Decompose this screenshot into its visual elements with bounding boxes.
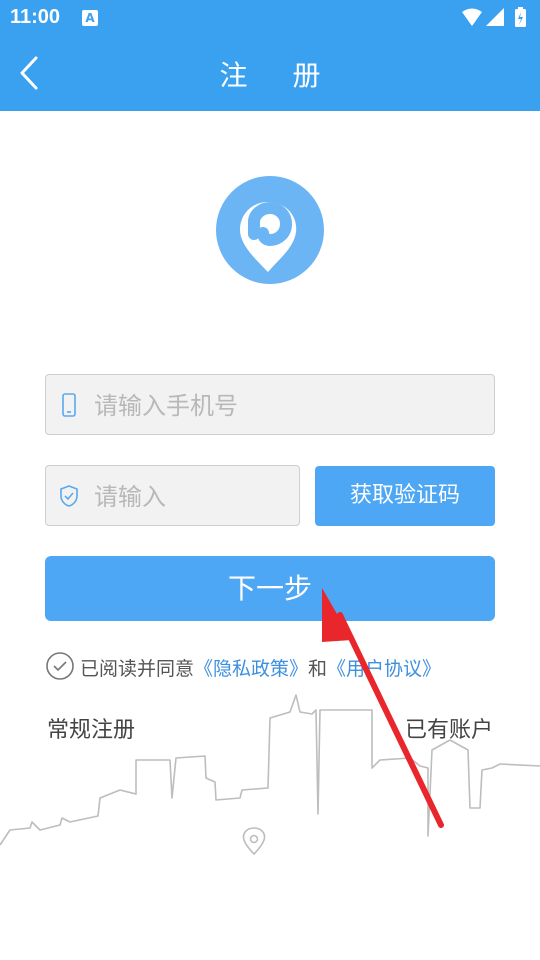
status-icons <box>462 7 526 27</box>
privacy-policy-link[interactable]: 《隐私政策》 <box>194 658 308 680</box>
battery-icon <box>515 7 526 27</box>
agreement-and: 和 <box>308 658 328 680</box>
status-time: 11:00 <box>10 6 61 28</box>
wifi-icon <box>462 8 482 26</box>
agree-checkbox[interactable] <box>45 651 75 681</box>
app-bar: 注 册 <box>0 36 540 111</box>
code-field[interactable] <box>45 465 300 527</box>
get-code-button[interactable]: 获取验证码 <box>315 466 495 526</box>
a-notification-icon: A <box>82 10 98 26</box>
user-agreement-link[interactable]: 《用户协议》 <box>327 658 441 680</box>
signal-icon <box>486 8 504 26</box>
code-input[interactable] <box>92 466 296 527</box>
phone-icon <box>62 393 76 417</box>
agreement-text: 已阅读并同意《隐私政策》和《用户协议》 <box>80 654 441 681</box>
phone-field[interactable] <box>45 374 495 436</box>
next-button[interactable]: 下一步 <box>45 556 495 621</box>
page-title: 注 册 <box>219 59 339 92</box>
status-bar: 11:00 A <box>0 0 540 36</box>
agreement-prefix: 已阅读并同意 <box>80 658 195 680</box>
location-pin-logo <box>216 176 324 284</box>
phone-input[interactable] <box>92 375 476 436</box>
have-account-link[interactable]: 已有账户 <box>405 712 493 744</box>
normal-register-link[interactable]: 常规注册 <box>47 712 135 744</box>
shield-icon <box>60 485 78 507</box>
